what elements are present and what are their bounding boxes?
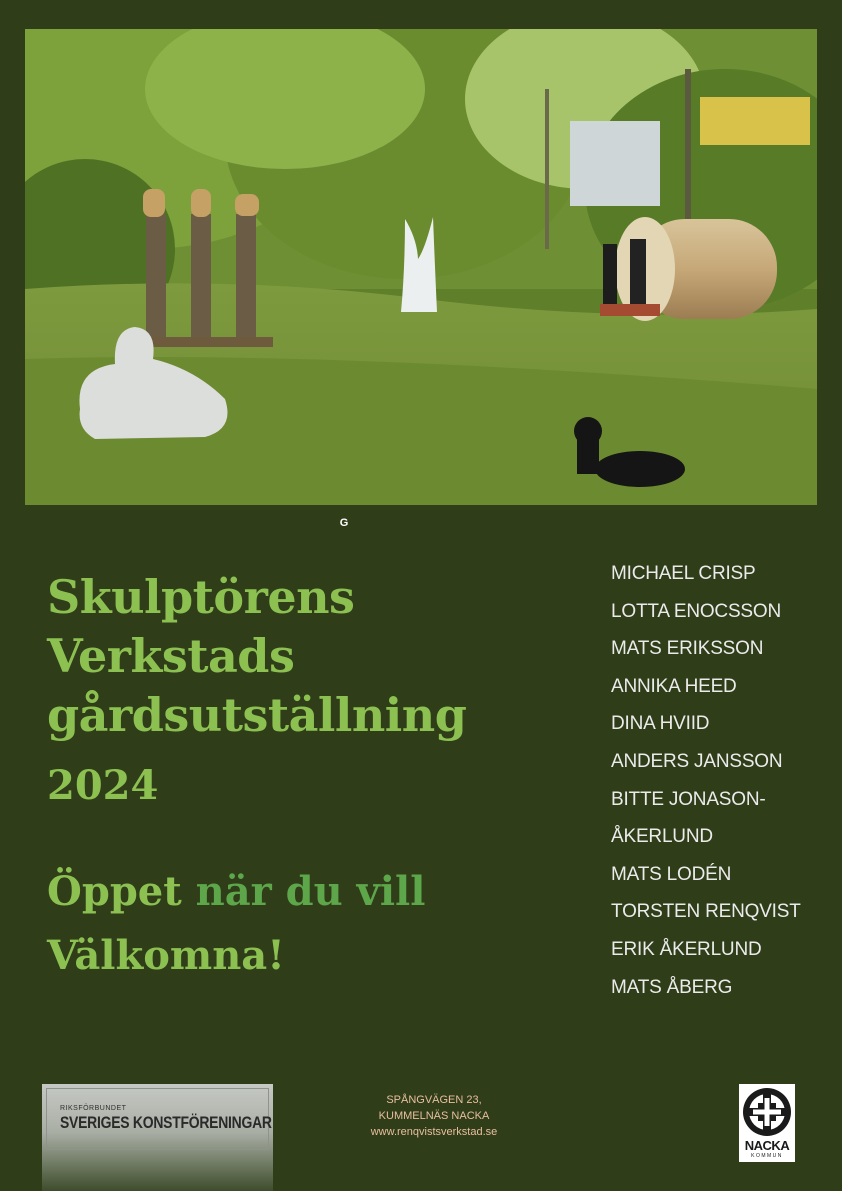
opening-hours-part1: Öppet: [47, 868, 182, 915]
title-line-1: Skulptörens: [47, 570, 355, 624]
list-item: ÅKERLUND: [611, 826, 713, 848]
photo-caption-letter: G: [339, 517, 349, 529]
list-item: ANDERS JANSSON: [611, 750, 783, 772]
list-item: DINA HVIID: [611, 713, 710, 735]
sveriges-konstforeningar-logo: RIKSFÖRBUNDET SVERIGES KONSTFÖRENINGAR: [42, 1084, 273, 1191]
exhibition-title: Skulptörens Verkstads gårdsutställning: [47, 568, 567, 745]
nacka-name: NACKA: [744, 1138, 790, 1153]
address-block: SPÅNGVÄGEN 23, KUMMELNÄS NACKA www.renqv…: [350, 1092, 518, 1140]
list-item: BITTE JONASON-: [611, 788, 766, 810]
list-item: MATS ERIKSSON: [611, 638, 764, 660]
list-item: ERIK ÅKERLUND: [611, 938, 762, 960]
title-line-3: gårdsutställning: [47, 688, 467, 742]
logo-small-text: RIKSFÖRBUNDET: [60, 1105, 127, 1112]
nacka-emblem-icon: [743, 1088, 791, 1136]
title-line-2: Verkstads: [47, 629, 295, 683]
sculpture-garden-illustration: [25, 29, 817, 505]
exhibition-year: 2024: [47, 762, 159, 809]
address-line-1: SPÅNGVÄGEN 23,: [386, 1094, 482, 1106]
list-item: MATS ÅBERG: [611, 976, 733, 998]
opening-hours-part2: när du vill: [181, 868, 426, 915]
website-link[interactable]: www.renqvistsverkstad.se: [350, 1124, 518, 1140]
logo-big-text: SVERIGES KONSTFÖRENINGAR: [60, 1113, 272, 1132]
artist-list: MICHAEL CRISP LOTTA ENOCSSON MATS ERIKSS…: [611, 555, 836, 1006]
address-line-2: KUMMELNÄS NACKA: [378, 1110, 490, 1122]
list-item: TORSTEN RENQVIST: [611, 901, 801, 923]
list-item: LOTTA ENOCSSON: [611, 600, 781, 622]
list-item: MATS LODÉN: [611, 863, 732, 885]
opening-hours: Öppet när du vill: [47, 866, 425, 918]
nacka-kommun-logo: NACKA KOMMUN: [739, 1084, 795, 1162]
list-item: ANNIKA HEED: [611, 675, 737, 697]
welcome-text: Välkomna!: [47, 932, 285, 979]
garden-photo: [25, 29, 817, 505]
nacka-subtitle: KOMMUN: [751, 1153, 783, 1159]
list-item: MICHAEL CRISP: [611, 563, 756, 584]
